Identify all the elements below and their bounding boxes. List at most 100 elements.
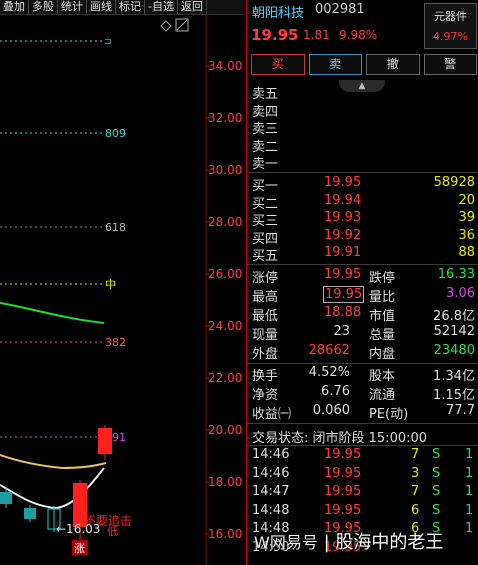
stock-change-pct: 9.98% [339, 28, 378, 42]
level-volume: 20 [458, 192, 475, 208]
sector-box[interactable]: 元器件 4.97% [424, 3, 477, 49]
alert-button[interactable]: 警 [423, 54, 477, 75]
tick-time: 14:48 [252, 502, 290, 518]
stats-row-nav: 净资 6.76 流通 1.15亿 [251, 384, 475, 403]
nav-value: 6.76 [321, 384, 350, 399]
price-axis-label: 20.00 [208, 423, 242, 437]
watermark: W网易号 | 股海中的老王 [254, 532, 444, 553]
buy-level-row[interactable]: 买四 19.92 36 [251, 227, 475, 247]
window-toggle-icon[interactable] [175, 18, 189, 32]
stock-price: 19.95 [251, 26, 299, 44]
sector-pct: 4.97% [433, 30, 468, 43]
level-label: 买五 [252, 249, 279, 264]
price-axis-label: 28.00 [208, 215, 242, 229]
limit-down-value: 16.33 [437, 267, 475, 282]
fib-level-mid: 中 [0, 278, 116, 291]
level-label: 买四 [252, 231, 279, 247]
level-volume: 36 [458, 227, 475, 243]
price-axis-label: 16.00 [208, 527, 242, 541]
inner-label: 内盘 [369, 347, 396, 362]
tick-row: 14:46 19.95 3 S 1 [251, 466, 477, 483]
tick-side: S [432, 447, 441, 462]
buy-level-row[interactable]: 买二 19.94 20 [251, 192, 475, 212]
cur-vol-label: 现量 [252, 328, 279, 343]
buy-level-row[interactable]: 买一 19.95 58928 [251, 175, 475, 194]
level-label: 卖三 [252, 122, 279, 137]
price-axis-label: 30.00 [208, 163, 242, 177]
tick-side: S [432, 465, 441, 481]
turnover-label: 换手 [252, 369, 279, 384]
stats-row-high: 最高 19.95 量比 3.06 [251, 286, 475, 305]
sell-level-row[interactable]: 卖四 [251, 101, 475, 120]
float-value: 1.15亿 [433, 388, 475, 403]
level-price: 19.93 [324, 210, 362, 225]
tick-row: 14:46 19.95 7 S 1 [251, 447, 477, 464]
fib-level-809: 809 [0, 127, 126, 140]
price-axis-label: 24.00 [208, 319, 242, 333]
fib-label-809: 809 [105, 127, 126, 140]
fib-label-618: 618 [105, 221, 126, 234]
tick-volume: 7 [411, 447, 420, 462]
price-axis-label: 34.00 [208, 59, 242, 73]
buy-level-row[interactable]: 买三 19.93 39 [251, 210, 475, 229]
tick-price: 19.95 [324, 484, 362, 499]
limit-up-label: 涨停 [252, 271, 279, 286]
outer-value: 28662 [308, 343, 350, 358]
sell-level-row[interactable]: 卖三 [251, 118, 475, 137]
tick-count: 1 [465, 502, 474, 518]
stats-row-volume: 现量 23 总量 52142 [251, 324, 475, 343]
pe-value: 77.7 [446, 403, 475, 418]
trade-status: 交易状态: 闭市阶段 15:00:00 [252, 431, 428, 446]
fib-label-382: 382 [105, 336, 126, 349]
price-axis-label: 32.00 [208, 111, 242, 125]
divider [247, 423, 478, 424]
tick-side: S [432, 502, 441, 518]
level-price: 19.92 [324, 227, 362, 243]
candle-down [24, 505, 36, 522]
kline-chart[interactable]: 叠加 多股 统计 画线 标记 -自选 返回 34.00 32.00 30.00 28.… [0, 0, 245, 565]
buy-button[interactable]: 买 [251, 54, 305, 75]
level-label: 买一 [252, 179, 279, 194]
tick-volume: 6 [411, 502, 420, 518]
stats-row-eps: 收益㈠ 0.060 PE(动) 77.7 [251, 403, 475, 422]
watermark-logo: W网易号 [254, 533, 318, 552]
quote-panel: 朝阳科技 002981 19.95 1.81 9.98% 元器件 4.97% 买… [246, 0, 478, 565]
chart-canvas: 34.00 32.00 30.00 28.00 26.00 24.00 22.00 20.00… [0, 14, 242, 565]
price-axis-label: 26.00 [208, 267, 242, 281]
zhang-badge: 涨 [74, 542, 85, 555]
level-price: 19.95 [324, 175, 362, 190]
level-volume: 58928 [433, 175, 475, 190]
sell-level-row[interactable]: 卖五 [251, 83, 475, 102]
diamond-icon[interactable] [160, 20, 172, 32]
inner-value: 23480 [433, 343, 475, 358]
ma-yellow-line [0, 454, 107, 470]
sell-level-row[interactable]: 卖一 [251, 153, 475, 172]
sell-level-row[interactable]: 卖二 [251, 136, 475, 155]
equity-value: 1.34亿 [433, 369, 475, 384]
level-volume: 88 [458, 245, 475, 260]
tick-time: 14:47 [252, 484, 290, 499]
eps-value: 0.060 [312, 403, 350, 418]
tick-time: 14:46 [252, 465, 290, 481]
high-value: 19.95 [323, 286, 365, 303]
sector-name: 元器件 [434, 10, 467, 23]
tick-count: 1 [465, 521, 474, 536]
level-volume: 39 [458, 210, 475, 225]
sell-button[interactable]: 卖 [308, 54, 362, 75]
price-axis-label: 18.00 [208, 475, 242, 489]
cur-vol-value: 23 [333, 324, 350, 339]
limit-up-value: 19.95 [324, 267, 362, 282]
limit-down-label: 跌停 [369, 271, 396, 286]
pe-label: PE(动) [369, 407, 409, 422]
tick-count: 1 [465, 484, 474, 499]
chart-annotation-2: 低 [107, 525, 118, 538]
stock-name[interactable]: 朝阳科技 [252, 2, 304, 21]
fib-level-618: 618 [0, 221, 126, 234]
tick-count: 1 [465, 447, 474, 462]
turnover-value: 4.52% [308, 365, 350, 380]
total-vol-label: 总量 [369, 328, 396, 343]
tick-price: 19.95 [324, 465, 362, 481]
cancel-order-button[interactable]: 撤 [366, 54, 420, 75]
buy-level-row[interactable]: 买五 19.91 88 [251, 245, 475, 264]
level-label: 买三 [252, 214, 279, 229]
